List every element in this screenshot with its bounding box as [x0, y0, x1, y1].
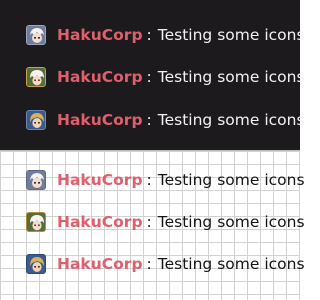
username[interactable]: HakuCorp — [57, 171, 143, 189]
separator: : — [146, 255, 152, 273]
chat-message-row: HakuCorp : Testing some icons — [26, 65, 305, 89]
message-text: Testing some icons — [157, 26, 305, 44]
light-chat-panel: HakuCorp : Testing some icons HakuCorp :… — [0, 150, 305, 300]
separator: : — [146, 111, 152, 129]
username[interactable]: HakuCorp — [57, 111, 143, 129]
white-hair-character-avatar-icon — [26, 170, 46, 190]
chat-message-row: HakuCorp : Testing some icons — [26, 210, 305, 234]
username[interactable]: HakuCorp — [57, 26, 143, 44]
separator: : — [146, 26, 152, 44]
chat-message-row: HakuCorp : Testing some icons — [26, 108, 305, 132]
white-hair-character-avatar-icon — [26, 212, 46, 232]
chat-message-row: HakuCorp : Testing some icons — [26, 23, 305, 47]
dark-chat-panel: HakuCorp : Testing some icons HakuCorp :… — [0, 0, 305, 150]
separator: : — [146, 68, 152, 86]
username[interactable]: HakuCorp — [57, 213, 143, 231]
username[interactable]: HakuCorp — [57, 255, 143, 273]
username[interactable]: HakuCorp — [57, 68, 143, 86]
message-text: Testing some icons — [157, 213, 305, 231]
separator: : — [146, 213, 152, 231]
white-hair-character-avatar-icon — [26, 67, 46, 87]
message-text: Testing some icons — [157, 255, 305, 273]
chat-message-row: HakuCorp : Testing some icons — [26, 168, 305, 192]
blonde-character-avatar-icon — [26, 254, 46, 274]
separator: : — [146, 171, 152, 189]
blonde-character-avatar-icon — [26, 110, 46, 130]
chat-message-row: HakuCorp : Testing some icons — [26, 252, 305, 276]
message-text: Testing some icons — [157, 171, 305, 189]
message-text: Testing some icons — [157, 111, 305, 129]
white-hair-character-avatar-icon — [26, 25, 46, 45]
message-text: Testing some icons — [157, 68, 305, 86]
